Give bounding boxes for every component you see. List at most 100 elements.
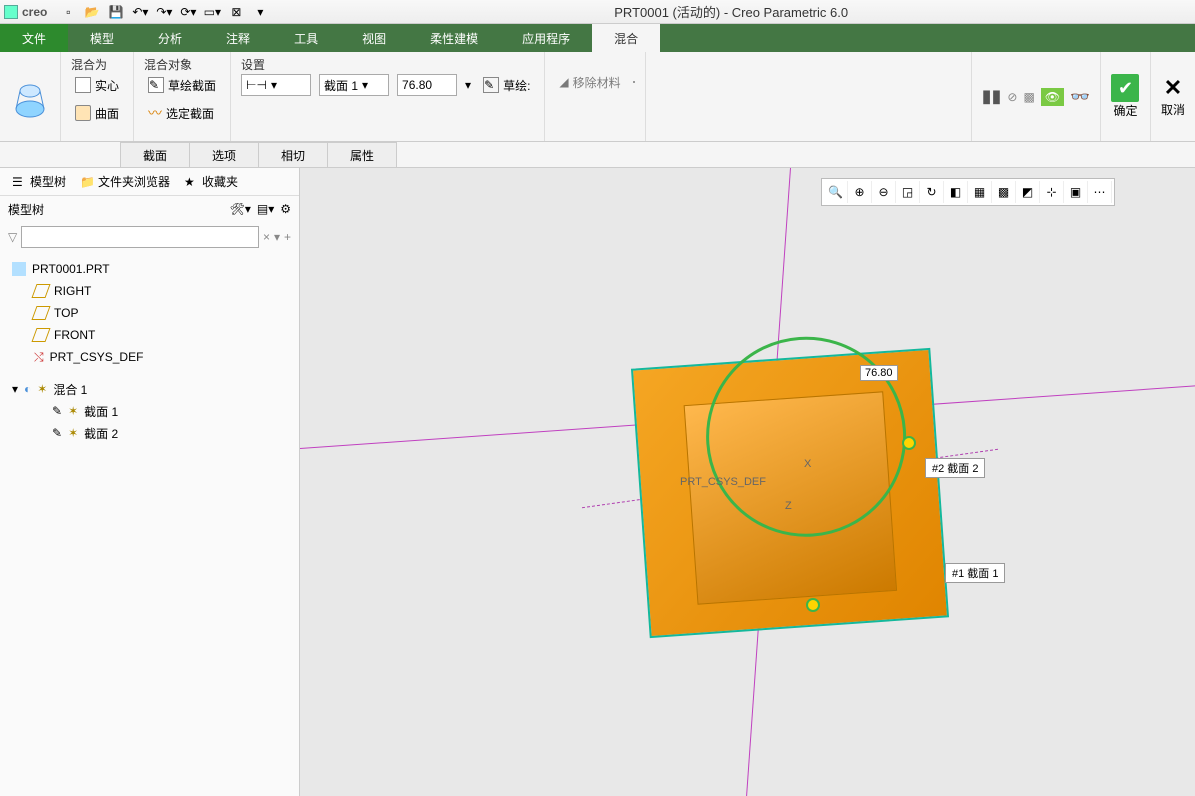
ribbon-tabs: 文件 模型 分析 注释 工具 视图 柔性建模 应用程序 混合 bbox=[0, 24, 1195, 52]
zoom-in-icon[interactable]: ⊕ bbox=[848, 181, 872, 203]
thicken-icon[interactable] bbox=[633, 81, 635, 83]
tab-tools[interactable]: 工具 bbox=[272, 24, 340, 52]
subtab-tangent[interactable]: 相切 bbox=[258, 142, 328, 167]
qat-save-icon[interactable]: 💾 bbox=[105, 2, 127, 22]
nav-tab-folder[interactable]: 📁文件夹浏览器 bbox=[74, 171, 176, 192]
tab-file[interactable]: 文件 bbox=[0, 24, 68, 52]
perspective-icon[interactable]: ◩ bbox=[1016, 181, 1040, 203]
group-blend-object: 混合对象 ✎草绘截面 〰选定截面 bbox=[134, 52, 231, 141]
tree-tools: 🛠▾ ▤▾ ⚙ bbox=[230, 202, 291, 216]
tab-annotate[interactable]: 注释 bbox=[204, 24, 272, 52]
wave-icon: 〰 bbox=[148, 103, 162, 123]
tree-header: 模型树 🛠▾ ▤▾ ⚙ bbox=[0, 196, 299, 222]
preview-icon[interactable]: 👁 bbox=[1041, 88, 1064, 106]
sketch-section-button[interactable]: ✎草绘截面 bbox=[144, 75, 220, 96]
drag-handle[interactable] bbox=[902, 436, 916, 450]
geom-check-icon[interactable]: ▩ bbox=[1023, 90, 1034, 104]
qat-redo-icon[interactable]: ↷▾ bbox=[153, 2, 175, 22]
sketch-button[interactable]: ✎草绘: bbox=[479, 75, 534, 96]
titlebar: creo ▫ 📂 💾 ↶▾ ↷▾ ⟳▾ ▭▾ ⊠ ▾ PRT0001 (活动的)… bbox=[0, 0, 1195, 24]
display-style-icon[interactable]: ◧ bbox=[944, 181, 968, 203]
tree-plane-top[interactable]: TOP bbox=[30, 302, 291, 324]
filter-icon[interactable]: ▽ bbox=[8, 230, 17, 244]
tree-csys[interactable]: ⤭PRT_CSYS_DEF bbox=[30, 346, 291, 368]
refit-icon[interactable]: 🔍 bbox=[824, 181, 848, 203]
subtab-section[interactable]: 截面 bbox=[120, 142, 190, 167]
spin-icon[interactable]: ↻ bbox=[920, 181, 944, 203]
solid-button[interactable]: 实心 bbox=[71, 75, 123, 96]
nav-tab-model-tree[interactable]: ☰模型树 bbox=[6, 171, 72, 192]
drag-handle[interactable] bbox=[806, 598, 820, 612]
saved-views-icon[interactable]: ▦ bbox=[968, 181, 992, 203]
qat-new-icon[interactable]: ▫ bbox=[57, 2, 79, 22]
no-icon[interactable]: ⊘ bbox=[1007, 90, 1017, 104]
qat-open-icon[interactable]: 📂 bbox=[81, 2, 103, 22]
chevron-down-icon[interactable]: ▾ bbox=[465, 78, 471, 92]
glasses-icon[interactable]: 👓 bbox=[1070, 87, 1090, 107]
remove-material-button[interactable]: ◢移除材料 bbox=[555, 72, 624, 93]
tab-analysis[interactable]: 分析 bbox=[136, 24, 204, 52]
settings-icon[interactable]: 🛠▾ bbox=[230, 202, 251, 216]
section-1-label[interactable]: #1 截面 1 bbox=[945, 563, 1005, 583]
dimension-value[interactable]: 76.80 bbox=[860, 365, 898, 381]
nav-tab-favorites[interactable]: ★收藏夹 bbox=[178, 171, 244, 192]
ribbon-actions: ▮▮ ⊘ ▩ 👁 👓 ✔ 确定 ✕ 取消 bbox=[971, 52, 1195, 141]
dashboard-tabs: 截面 选项 相切 属性 bbox=[0, 142, 1195, 168]
depth-input[interactable]: 76.80 bbox=[397, 74, 457, 96]
plane-icon bbox=[31, 328, 50, 342]
warn-icon: ✶ bbox=[68, 426, 78, 440]
model-tree: PRT0001.PRT RIGHT TOP FRONT ⤭PRT_CSYS_DE… bbox=[0, 252, 299, 450]
blend-as-label: 混合为 bbox=[71, 56, 123, 73]
subtab-properties[interactable]: 属性 bbox=[327, 142, 397, 167]
zoom-out-icon[interactable]: ⊖ bbox=[872, 181, 896, 203]
ok-button[interactable]: ✔ 确定 bbox=[1100, 52, 1150, 141]
select-section-button[interactable]: 〰选定截面 bbox=[144, 101, 218, 125]
tab-blend[interactable]: 混合 bbox=[592, 24, 660, 52]
tree-section-1[interactable]: ✎✶截面 1 bbox=[48, 400, 291, 422]
section-dropdown[interactable]: 截面 1▾ bbox=[319, 74, 389, 96]
clear-icon[interactable]: × bbox=[263, 230, 270, 244]
tree-options-icon[interactable]: ⚙ bbox=[280, 202, 291, 216]
tree-feature-blend[interactable]: ▾◐✶混合 1 bbox=[8, 378, 291, 400]
offset-type-dropdown[interactable]: ⊢⊣▾ bbox=[241, 74, 311, 96]
add-icon[interactable]: + bbox=[284, 230, 291, 244]
dropdown-icon[interactable]: ▾ bbox=[274, 230, 280, 244]
tree-section-2[interactable]: ✎✶截面 2 bbox=[48, 422, 291, 444]
pause-icon[interactable]: ▮▮ bbox=[982, 86, 1002, 107]
expand-icon[interactable]: ▾ bbox=[12, 382, 18, 396]
tree-plane-front[interactable]: FRONT bbox=[30, 324, 291, 346]
cancel-button[interactable]: ✕ 取消 bbox=[1150, 52, 1195, 141]
show-icon[interactable]: ▤▾ bbox=[257, 202, 274, 216]
sketch-icon: ✎ bbox=[52, 426, 62, 440]
view-manager-icon[interactable]: ▩ bbox=[992, 181, 1016, 203]
tab-view[interactable]: 视图 bbox=[340, 24, 408, 52]
tree-plane-right[interactable]: RIGHT bbox=[30, 280, 291, 302]
qat-regen-icon[interactable]: ⟳▾ bbox=[177, 2, 199, 22]
more-icon[interactable]: ⋯ bbox=[1088, 181, 1112, 203]
warn-icon: ✶ bbox=[68, 404, 78, 418]
qat-windows-icon[interactable]: ▭▾ bbox=[201, 2, 223, 22]
search-input[interactable] bbox=[21, 226, 259, 248]
blend-preview bbox=[631, 348, 949, 638]
offset-icon: ⊢⊣ bbox=[246, 78, 267, 92]
sketch-icon: ✎ bbox=[148, 77, 164, 93]
tab-model[interactable]: 模型 bbox=[68, 24, 136, 52]
app-logo: creo bbox=[4, 5, 47, 19]
qat-close-icon[interactable]: ⊠ bbox=[225, 2, 247, 22]
repaint-icon[interactable]: ◲ bbox=[896, 181, 920, 203]
warn-icon: ✶ bbox=[37, 382, 47, 396]
datum-display-icon[interactable]: ⊹ bbox=[1040, 181, 1064, 203]
tab-app[interactable]: 应用程序 bbox=[500, 24, 592, 52]
section-2-label[interactable]: #2 截面 2 bbox=[925, 458, 985, 478]
annotation-display-icon[interactable]: ▣ bbox=[1064, 181, 1088, 203]
graphics-canvas[interactable]: 🔍 ⊕ ⊖ ◲ ↻ ◧ ▦ ▩ ◩ ⊹ ▣ ⋯ 76.80 #2 截面 2 #1… bbox=[300, 168, 1195, 796]
subtab-options[interactable]: 选项 bbox=[189, 142, 259, 167]
qat-more-icon[interactable]: ▾ bbox=[249, 2, 271, 22]
qat-undo-icon[interactable]: ↶▾ bbox=[129, 2, 151, 22]
surface-button[interactable]: 曲面 bbox=[71, 103, 123, 124]
tab-flex[interactable]: 柔性建模 bbox=[408, 24, 500, 52]
quick-access-toolbar: ▫ 📂 💾 ↶▾ ↷▾ ⟳▾ ▭▾ ⊠ ▾ bbox=[57, 2, 271, 22]
pencil-icon: ✎ bbox=[483, 77, 499, 93]
star-icon: ★ bbox=[184, 175, 198, 189]
tree-root[interactable]: PRT0001.PRT bbox=[8, 258, 291, 280]
